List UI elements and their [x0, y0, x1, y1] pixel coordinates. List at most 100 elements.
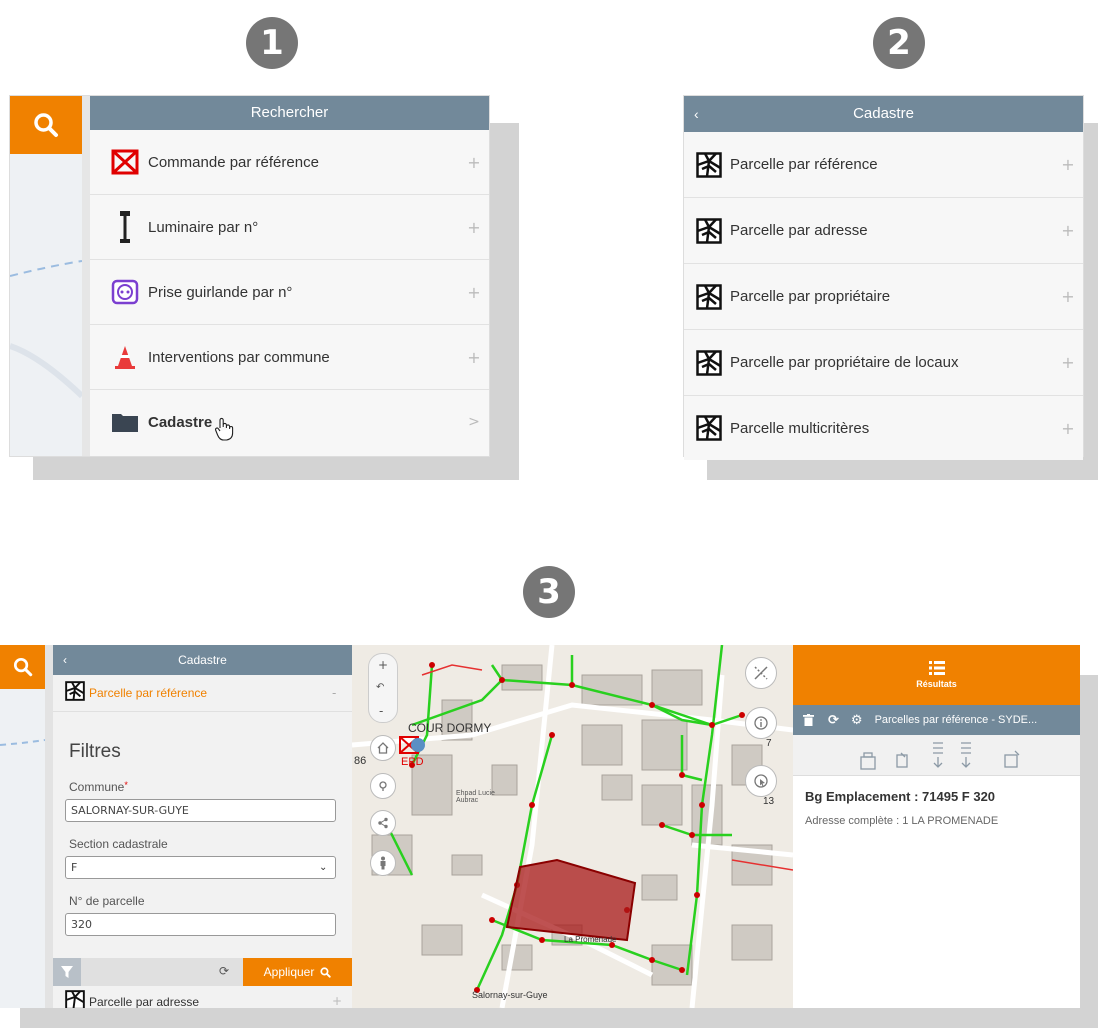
- expand-icon[interactable]: +: [1053, 353, 1083, 372]
- results-action-bar: [793, 735, 1080, 776]
- map-view[interactable]: COUR DORMY EPD 86 Ehpad Lucie Aubrac La …: [352, 645, 793, 1008]
- zoom-out-button[interactable]: -: [379, 704, 383, 718]
- map-strip: [0, 645, 46, 1008]
- menu-item-parcelle-proprietaire[interactable]: Parcelle par propriétaire +: [684, 264, 1083, 330]
- step-2-badge: 2: [873, 17, 925, 69]
- chevron-down-icon: ⌄: [319, 862, 328, 873]
- back-arrow-icon[interactable]: ↶: [376, 682, 384, 693]
- search-menu: Rechercher Commande par référence + Lumi…: [90, 96, 489, 456]
- menu-item-parcelle-adresse[interactable]: Parcelle par adresse +: [684, 198, 1083, 264]
- map-label-epd: EPD: [401, 756, 424, 768]
- menu-item-parcelle-locaux[interactable]: Parcelle par propriétaire de locaux +: [684, 330, 1083, 396]
- apply-button[interactable]: Appliquer: [243, 958, 352, 986]
- expand-icon[interactable]: +: [459, 283, 489, 302]
- street-lamp-icon: [108, 210, 142, 244]
- step-3-badge: 3: [523, 566, 575, 618]
- parcel-icon: [692, 349, 726, 376]
- measure-button[interactable]: [745, 657, 777, 689]
- menu-item-label: Parcelle par référence: [730, 156, 878, 173]
- ruler-icon: [754, 666, 768, 680]
- section-select-value: F: [71, 861, 78, 874]
- cadastre-panel-title: Cadastre: [853, 105, 914, 122]
- search-panel-title: Rechercher: [90, 96, 489, 130]
- menu-item-prise[interactable]: Prise guirlande par n° +: [90, 260, 489, 325]
- info-badge-count: 7: [766, 738, 772, 749]
- expand-icon[interactable]: +: [459, 348, 489, 367]
- street-view-button[interactable]: [370, 850, 396, 876]
- search-icon: [34, 113, 58, 137]
- back-chevron-icon[interactable]: ‹: [63, 645, 67, 675]
- search-panel: Rechercher Commande par référence + Lumi…: [9, 95, 490, 457]
- parcel-icon: [692, 217, 726, 244]
- parcel-icon: [692, 283, 726, 310]
- person-icon: [380, 856, 386, 870]
- expand-icon[interactable]: +: [459, 218, 489, 237]
- results-action-icons: [860, 742, 1020, 770]
- menu-item-label: Interventions par commune: [148, 348, 330, 366]
- search-button[interactable]: [0, 645, 45, 689]
- expand-icon[interactable]: +: [332, 994, 352, 1008]
- refresh-icon[interactable]: ⟳: [828, 713, 839, 728]
- zoom-in-button[interactable]: +: [378, 658, 388, 672]
- expand-icon[interactable]: +: [1053, 155, 1083, 174]
- menu-item-parcelle-multicriteres[interactable]: Parcelle multicritères +: [684, 396, 1083, 460]
- collapse-icon[interactable]: -: [332, 686, 352, 700]
- active-search-item[interactable]: Parcelle par référence -: [53, 675, 352, 712]
- form-panel-title: Cadastre: [178, 653, 227, 667]
- menu-item-commande[interactable]: Commande par référence +: [90, 130, 489, 195]
- panel-divider: [82, 96, 90, 456]
- menu-item-label: Parcelle par propriétaire: [730, 288, 891, 305]
- menu-item-label: Parcelle multicritères: [730, 419, 870, 437]
- app-screen: ‹ Cadastre Parcelle par référence - Filt…: [0, 645, 1080, 1008]
- settings-icon[interactable]: ⚙: [851, 713, 863, 728]
- menu-item-label: Prise guirlande par n°: [148, 283, 293, 301]
- menu-item-luminaire[interactable]: Luminaire par n° +: [90, 195, 489, 260]
- result-title[interactable]: Bg Emplacement : 71495 F 320: [805, 789, 995, 804]
- expand-icon[interactable]: +: [1053, 287, 1083, 306]
- results-panel: Résultats ⟳ ⚙ Parcelles par référence - …: [793, 645, 1080, 1008]
- menu-item-cadastre[interactable]: Cadastre >: [90, 390, 489, 454]
- select-badge-count: 13: [763, 796, 775, 807]
- location-button[interactable]: [370, 773, 396, 799]
- back-chevron-icon[interactable]: ‹: [694, 96, 699, 132]
- section-select[interactable]: F ⌄: [65, 856, 336, 879]
- hand-cursor-icon: [214, 417, 234, 445]
- cadastre-panel-header: ‹ Cadastre: [684, 96, 1083, 132]
- commune-label-text: Commune: [69, 780, 125, 794]
- results-toolbar: ⟳ ⚙ Parcelles par référence - SYDE...: [793, 705, 1080, 735]
- location-pin-icon: [379, 781, 387, 791]
- map-strip-lines: [0, 739, 46, 746]
- search-button[interactable]: [10, 96, 82, 154]
- commune-input[interactable]: SALORNAY-SUR-GUYE: [65, 799, 336, 822]
- info-button[interactable]: [745, 707, 777, 739]
- share-button[interactable]: [370, 810, 396, 836]
- parcel-number-input[interactable]: 320: [65, 913, 336, 936]
- menu-item-interventions[interactable]: Interventions par commune +: [90, 325, 489, 390]
- socket-icon: [108, 279, 142, 305]
- expand-icon[interactable]: +: [459, 153, 489, 172]
- menu-item-parcelle-reference[interactable]: Parcelle par référence +: [684, 132, 1083, 198]
- clear-filter-button[interactable]: [53, 958, 81, 986]
- results-layer-name: Parcelles par référence - SYDE...: [874, 714, 1038, 726]
- map-label-86: 86: [354, 755, 367, 767]
- next-item-label: Parcelle par adresse: [89, 995, 200, 1008]
- apply-button-label: Appliquer: [263, 965, 315, 979]
- next-search-item[interactable]: Parcelle par adresse +: [53, 986, 352, 1008]
- expand-icon[interactable]: +: [1053, 419, 1083, 438]
- result-address: Adresse complète : 1 LA PROMENADE: [805, 815, 999, 827]
- chevron-right-icon[interactable]: >: [459, 414, 489, 430]
- required-mark: *: [124, 780, 128, 790]
- map-label-cour-dormy: COUR DORMY: [408, 721, 492, 735]
- results-header[interactable]: Résultats: [793, 645, 1080, 705]
- select-button[interactable]: [745, 765, 777, 797]
- panel-divider: [45, 645, 53, 1008]
- menu-item-label: Parcelle par propriétaire de locaux: [730, 354, 959, 371]
- trash-icon[interactable]: [803, 711, 814, 730]
- info-icon: [754, 716, 768, 730]
- map-label-promenade: La Promenade: [564, 935, 617, 944]
- red-cross-box-icon: [108, 149, 142, 175]
- reset-icon[interactable]: ⟳: [219, 964, 229, 978]
- expand-icon[interactable]: +: [1053, 221, 1083, 240]
- step-1-badge: 1: [246, 17, 298, 69]
- home-button[interactable]: [370, 735, 396, 761]
